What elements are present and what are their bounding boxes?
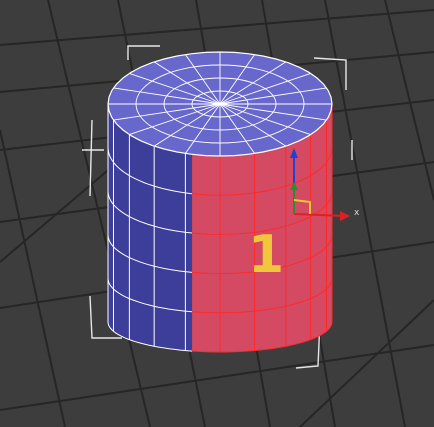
cylinder-object[interactable]	[107, 51, 333, 353]
gizmo-x-label: x	[354, 208, 360, 218]
grid-line	[0, 9, 434, 46]
3d-viewport[interactable]: x 1	[0, 0, 434, 427]
grid-line	[0, 344, 434, 411]
bracket-corner	[127, 45, 160, 60]
annotation-number: 1	[248, 225, 284, 285]
gizmo-x-arrowhead[interactable]	[340, 211, 350, 221]
viewport-scene[interactable]: x 1	[0, 0, 434, 427]
grid-line	[324, 0, 406, 427]
grid-line	[0, 129, 66, 427]
cylinder-top-cap[interactable]	[107, 51, 333, 157]
